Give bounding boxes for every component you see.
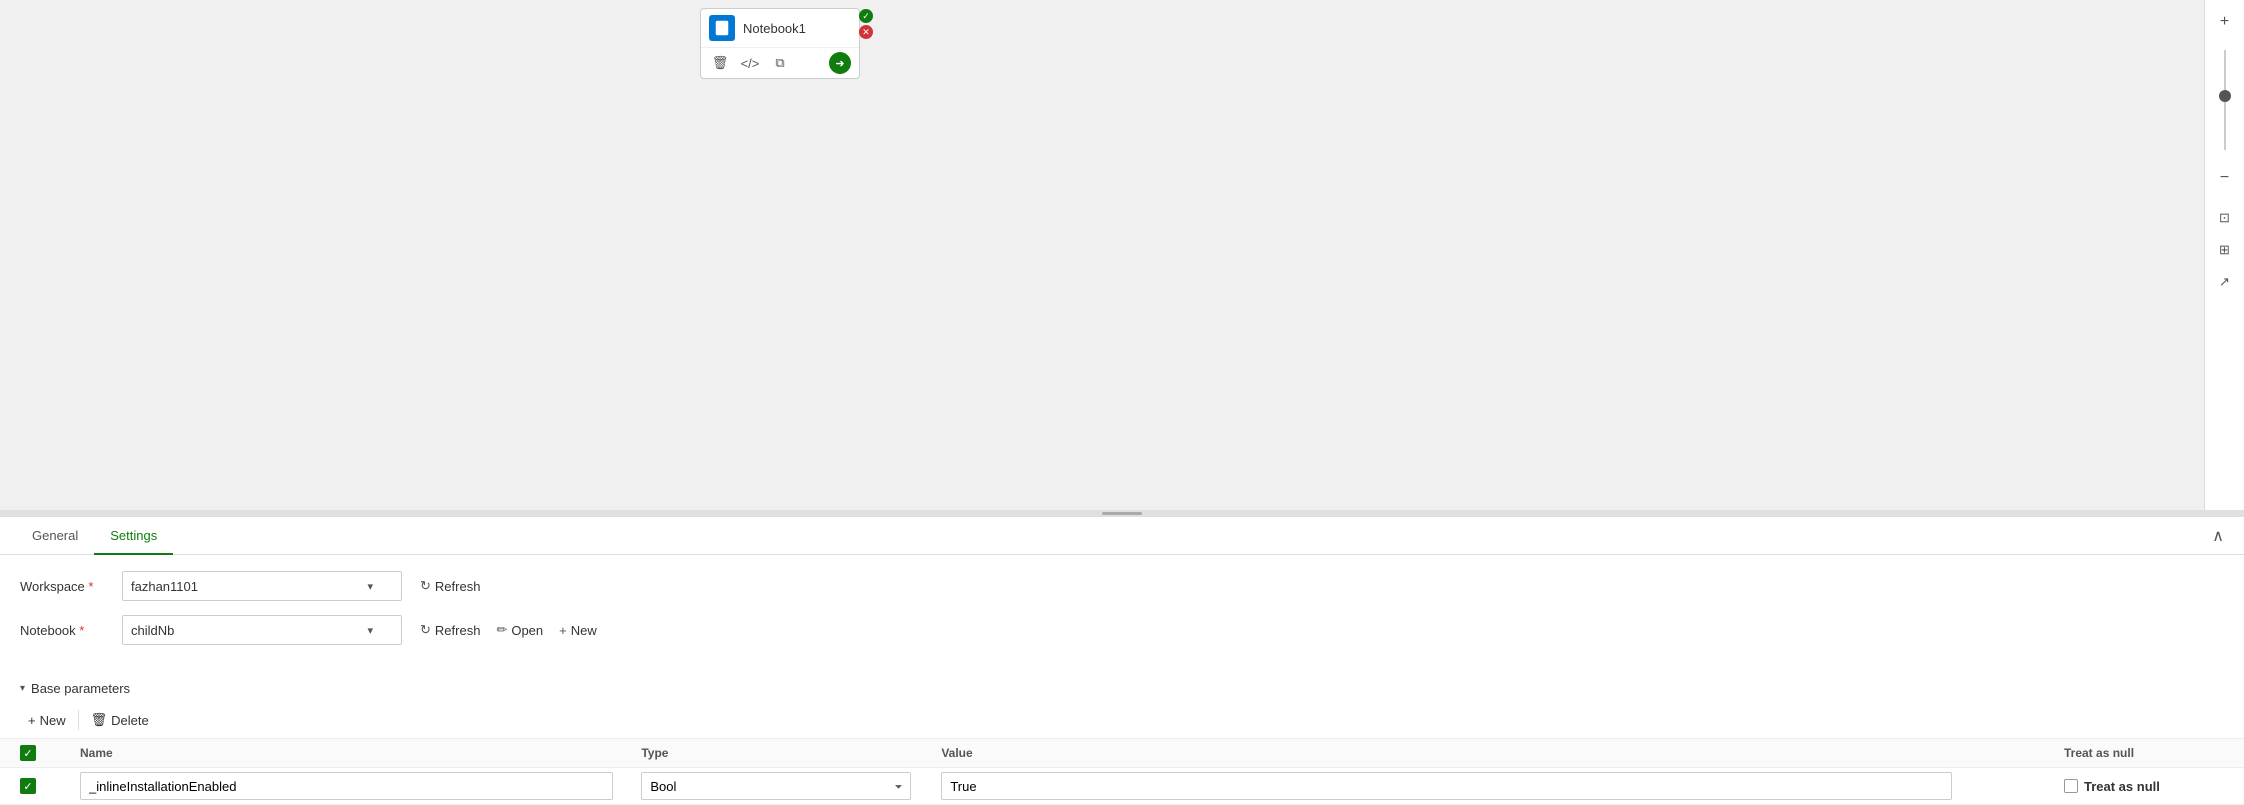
notebook-node: Notebook1 ✓ ✕ 🗑 </> ⧉ ➜ [700, 8, 860, 79]
col-name-header: Name [80, 746, 641, 760]
node-arrow-button[interactable]: ➜ [829, 52, 851, 74]
new-plus-icon: + [559, 623, 567, 638]
base-parameters-section[interactable]: ▾ Base parameters [0, 675, 2244, 702]
params-toolbar: + New 🗑 Delete [0, 702, 2244, 739]
panel-collapse-button[interactable]: ∧ [2208, 522, 2228, 550]
row-null-cell: Treat as null [2064, 779, 2224, 794]
row-null-label: Treat as null [2084, 779, 2160, 794]
node-delete-button[interactable]: 🗑 [709, 52, 731, 74]
col-null-header: Treat as null [2064, 746, 2224, 760]
drag-handle-bar [1102, 512, 1142, 515]
notebook-node-title: Notebook1 [743, 21, 851, 36]
tab-settings[interactable]: Settings [94, 518, 173, 555]
params-table-header: ✓ Name Type Value Treat as null [0, 739, 2244, 768]
table-row: ✓ Bool String Int Float Treat as null [0, 768, 2244, 805]
notebook-refresh-button[interactable]: ↻ Refresh [414, 618, 486, 642]
row-name-cell [80, 772, 641, 800]
params-delete-icon: 🗑 [91, 712, 108, 728]
workspace-value: fazhan1101 [131, 579, 198, 594]
workspace-dropdown[interactable]: fazhan1101 ▾ [122, 571, 402, 601]
open-icon: ✏ [496, 622, 507, 638]
notebook-refresh-label: Refresh [435, 623, 481, 638]
workspace-refresh-label: Refresh [435, 579, 481, 594]
notebook-new-button[interactable]: + New [553, 619, 603, 642]
params-delete-label: Delete [111, 713, 149, 728]
notebook-label: Notebook * [20, 623, 110, 638]
settings-form: Workspace * fazhan1101 ▾ ↻ Refresh Not [0, 555, 2244, 675]
notebook-chevron-icon: ▾ [367, 624, 373, 637]
row-checkbox-cell: ✓ [20, 778, 80, 794]
node-code-button[interactable]: </> [739, 52, 761, 74]
workspace-required: * [88, 579, 93, 594]
col-check-header: ✓ [20, 745, 80, 761]
workspace-actions: ↻ Refresh [414, 574, 486, 598]
row-type-cell: Bool String Int Float [641, 772, 941, 800]
node-status-icons: ✓ ✕ [859, 9, 873, 39]
tab-general[interactable]: General [16, 518, 94, 555]
params-new-plus-icon: + [28, 713, 36, 728]
zoom-slider-track [2224, 50, 2226, 150]
section-chevron-icon: ▾ [20, 683, 25, 694]
expand-button[interactable]: ⊞ [2211, 236, 2239, 264]
header-checkbox[interactable]: ✓ [20, 745, 36, 761]
params-delete-button[interactable]: 🗑 Delete [83, 708, 157, 732]
notebook-node-toolbar: 🗑 </> ⧉ ➜ [701, 47, 859, 78]
tabs-left: General Settings [16, 517, 173, 554]
notebook-actions: ↻ Refresh ✏ Open + New [414, 618, 603, 642]
status-x-icon: ✕ [859, 25, 873, 39]
zoom-slider-container [2224, 40, 2226, 160]
workspace-refresh-button[interactable]: ↻ Refresh [414, 574, 486, 598]
row-name-input[interactable] [80, 772, 613, 800]
row-null-checkbox[interactable] [2064, 779, 2078, 793]
params-divider [78, 710, 79, 730]
workspace-label: Workspace * [20, 579, 110, 594]
notebook-refresh-icon: ↻ [420, 622, 431, 638]
params-new-label: New [40, 713, 66, 728]
row-value-input[interactable] [941, 772, 1951, 800]
params-new-button[interactable]: + New [20, 709, 74, 732]
node-copy-button[interactable]: ⧉ [769, 52, 791, 74]
zoom-slider-thumb[interactable] [2219, 90, 2231, 102]
base-parameters-label: Base parameters [31, 681, 130, 696]
notebook-node-header: Notebook1 ✓ ✕ [701, 9, 859, 47]
canvas-area: Notebook1 ✓ ✕ 🗑 </> ⧉ ➜ [0, 0, 2244, 510]
notebook-new-label: New [571, 623, 597, 638]
notebook-dropdown[interactable]: childNb ▾ [122, 615, 402, 645]
tab-general-label: General [32, 528, 78, 543]
col-type-header: Type [641, 746, 941, 760]
tab-settings-label: Settings [110, 528, 157, 543]
bottom-panel: General Settings ∧ Workspace * fazhan110… [0, 516, 2244, 805]
collapse-canvas-button[interactable]: ↗ [2211, 268, 2239, 296]
zoom-in-button[interactable]: + [2211, 8, 2239, 36]
notebook-row: Notebook * childNb ▾ ↻ Refresh ✏ Open [20, 615, 2224, 645]
notebook-value: childNb [131, 623, 174, 638]
notebook-open-label: Open [511, 623, 543, 638]
notebook-required: * [79, 623, 84, 638]
tabs-bar: General Settings ∧ [0, 517, 2244, 555]
notebook-open-button[interactable]: ✏ Open [490, 618, 549, 642]
row-checkbox[interactable]: ✓ [20, 778, 36, 794]
right-sidebar: + − ⊡ ⊞ ↗ [2204, 0, 2244, 510]
row-type-dropdown[interactable]: Bool String Int Float [641, 772, 911, 800]
refresh-icon: ↻ [420, 578, 431, 594]
workspace-row: Workspace * fazhan1101 ▾ ↻ Refresh [20, 571, 2224, 601]
notebook-icon [709, 15, 735, 41]
fit-view-button[interactable]: ⊡ [2211, 204, 2239, 232]
main-container: Notebook1 ✓ ✕ 🗑 </> ⧉ ➜ [0, 0, 2244, 805]
row-value-cell [941, 772, 2064, 800]
workspace-chevron-icon: ▾ [367, 580, 373, 593]
status-check-icon: ✓ [859, 9, 873, 23]
col-value-header: Value [941, 746, 2064, 760]
zoom-out-button[interactable]: − [2211, 164, 2239, 192]
